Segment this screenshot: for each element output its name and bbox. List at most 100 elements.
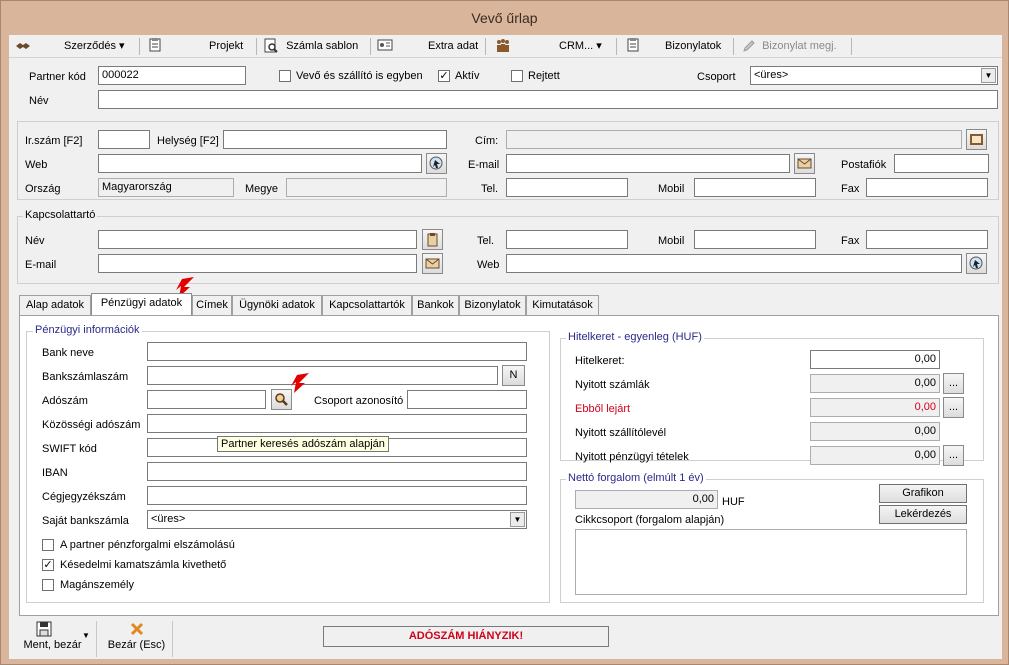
pencil-icon bbox=[743, 40, 755, 52]
people-icon[interactable] bbox=[495, 37, 511, 56]
contact-group-title: Kapcsolattartó bbox=[23, 209, 98, 221]
close-icon bbox=[130, 622, 143, 636]
zip-input[interactable] bbox=[98, 130, 150, 149]
contact-fax-input[interactable] bbox=[866, 230, 988, 249]
open-delivery-label: Nyitott szállítólevél bbox=[575, 427, 667, 439]
finance-info-title: Pénzügyi információk bbox=[33, 324, 142, 336]
contact-mobile-input[interactable] bbox=[694, 230, 816, 249]
overdue-details-button[interactable]: ... bbox=[943, 397, 964, 418]
partner-code-input[interactable]: 000022 bbox=[98, 66, 246, 85]
tab-documents[interactable]: Bizonylatok bbox=[459, 295, 526, 315]
credit-limit-input[interactable]: 0,00 bbox=[810, 350, 940, 369]
open-invoices-details-button[interactable]: ... bbox=[943, 373, 964, 394]
pobox-input[interactable] bbox=[894, 154, 989, 173]
tab-basic[interactable]: Alap adatok bbox=[19, 295, 91, 315]
hidden-checkbox[interactable] bbox=[511, 70, 523, 82]
bank-account-label: Bankszámlaszám bbox=[42, 371, 129, 383]
tab-banks[interactable]: Bankok bbox=[412, 295, 459, 315]
company-reg-input[interactable] bbox=[147, 486, 527, 505]
same-buyer-shipper-checkbox[interactable] bbox=[279, 70, 291, 82]
query-button[interactable]: Lekérdezés bbox=[879, 505, 967, 524]
overdue-label: Ebből lejárt bbox=[575, 403, 631, 415]
handshake-icon[interactable] bbox=[15, 37, 31, 56]
contact-name-input[interactable] bbox=[98, 230, 417, 249]
email-input[interactable] bbox=[506, 154, 790, 173]
invoice-template-button[interactable]: Számla sablon bbox=[263, 37, 358, 56]
county-input[interactable] bbox=[286, 178, 447, 197]
own-account-label: Saját bankszámla bbox=[42, 515, 129, 527]
late-interest-checkbox[interactable]: ✓ bbox=[42, 559, 54, 571]
id-card-icon[interactable] bbox=[377, 37, 393, 56]
crm-menu[interactable]: CRM... ▾ bbox=[559, 37, 602, 56]
own-account-select[interactable]: <üres> ▼ bbox=[147, 510, 527, 529]
close-button[interactable]: Bezár (Esc) bbox=[101, 621, 173, 657]
save-close-button[interactable]: Ment, bezár ▼ bbox=[9, 621, 97, 657]
email-send-button[interactable] bbox=[794, 153, 815, 174]
bank-account-input[interactable] bbox=[147, 366, 498, 385]
active-checkbox[interactable]: ✓ bbox=[438, 70, 450, 82]
extra-data-button[interactable]: Extra adat bbox=[428, 37, 478, 56]
web-open-button[interactable] bbox=[426, 153, 447, 174]
contact-email-input[interactable] bbox=[98, 254, 417, 273]
group-select[interactable]: <üres> ▼ bbox=[750, 66, 998, 85]
tab-addresses[interactable]: Címek bbox=[192, 295, 232, 315]
bank-name-input[interactable] bbox=[147, 342, 527, 361]
open-finance-details-button[interactable]: ... bbox=[943, 445, 964, 466]
overdue-value: 0,00 bbox=[810, 398, 940, 417]
project-button[interactable]: Projekt bbox=[209, 37, 243, 56]
documents-button[interactable]: Bizonylatok bbox=[665, 37, 721, 56]
bank-name-label: Bank neve bbox=[42, 347, 94, 359]
form-client: Szerződés ▾ Projekt Számla sablon Extra … bbox=[9, 35, 1002, 659]
credit-group-title: Hitelkeret - egyenleg (HUF) bbox=[566, 331, 704, 343]
window: Vevő űrlap Szerződés ▾ Projekt Számla sa… bbox=[0, 0, 1009, 665]
document-view-button[interactable]: Bizonylat megj. bbox=[741, 37, 837, 56]
magnifier-doc-icon bbox=[264, 38, 278, 53]
chevron-down-icon[interactable]: ▼ bbox=[82, 631, 90, 640]
turnover-group-title: Nettó forgalom (elmúlt 1 év) bbox=[566, 472, 706, 484]
cash-accounting-checkbox[interactable] bbox=[42, 539, 54, 551]
contact-web-button[interactable] bbox=[966, 253, 987, 274]
company-reg-label: Cégjegyzékszám bbox=[42, 491, 126, 503]
group-id-label: Csoport azonosító bbox=[314, 395, 404, 407]
phone-input[interactable] bbox=[506, 178, 628, 197]
mobile-input[interactable] bbox=[694, 178, 816, 197]
eu-tax-input[interactable] bbox=[147, 414, 527, 433]
credit-limit-label: Hitelkeret: bbox=[575, 355, 625, 367]
contact-web-input[interactable] bbox=[506, 254, 962, 273]
city-input[interactable] bbox=[223, 130, 447, 149]
open-invoices-label: Nyitott számlák bbox=[575, 379, 650, 391]
tab-finance[interactable]: Pénzügyi adatok bbox=[91, 293, 192, 316]
chevron-down-icon[interactable]: ▼ bbox=[510, 512, 525, 527]
globe-icon bbox=[429, 156, 443, 170]
bank-account-n-button[interactable]: N bbox=[502, 365, 525, 386]
contact-email-button[interactable] bbox=[422, 253, 443, 274]
tab-reports[interactable]: Kimutatások bbox=[526, 295, 599, 315]
chevron-down-icon[interactable]: ▼ bbox=[981, 68, 996, 83]
active-label: Aktív bbox=[455, 70, 480, 82]
group-id-input[interactable] bbox=[407, 390, 527, 409]
contact-phone-input[interactable] bbox=[506, 230, 628, 249]
zip-label: Ir.szám [F2] bbox=[25, 135, 83, 147]
name-label: Név bbox=[29, 95, 49, 107]
tax-number-input[interactable] bbox=[147, 390, 266, 409]
contract-menu[interactable]: Szerződés ▾ bbox=[64, 37, 125, 56]
address-edit-button[interactable] bbox=[966, 129, 987, 150]
documents-icon[interactable] bbox=[625, 37, 641, 56]
fax-input[interactable] bbox=[866, 178, 988, 197]
tab-agents[interactable]: Ügynöki adatok bbox=[232, 295, 322, 315]
country-input[interactable]: Magyarország bbox=[98, 178, 234, 197]
address-input[interactable] bbox=[506, 130, 962, 149]
article-group-list[interactable] bbox=[575, 529, 967, 595]
name-input[interactable] bbox=[98, 90, 998, 109]
address-label: Cím: bbox=[475, 135, 499, 147]
same-buyer-shipper-label: Vevő és szállító is egyben bbox=[296, 70, 423, 82]
tab-contacts[interactable]: Kapcsolattartók bbox=[322, 295, 412, 315]
open-invoices-value: 0,00 bbox=[810, 374, 940, 393]
contact-pick-button[interactable] bbox=[422, 229, 443, 250]
private-person-checkbox[interactable] bbox=[42, 579, 54, 591]
project-icon[interactable] bbox=[147, 37, 163, 56]
city-label: Helység [F2] bbox=[157, 135, 219, 147]
iban-input[interactable] bbox=[147, 462, 527, 481]
web-input[interactable] bbox=[98, 154, 422, 173]
chart-button[interactable]: Grafikon bbox=[879, 484, 967, 503]
